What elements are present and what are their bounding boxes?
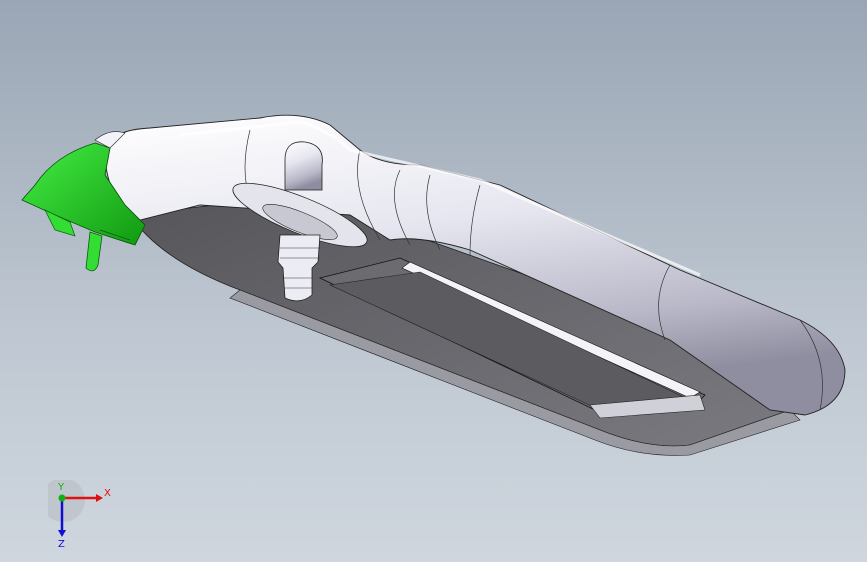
x-axis-label: X [104, 488, 111, 499]
3d-model-view[interactable] [0, 0, 867, 562]
triad-sphere [48, 480, 85, 522]
z-axis-label: Z [58, 539, 65, 550]
x-axis-arrow [96, 494, 103, 502]
end-cap-pin[interactable] [85, 231, 103, 272]
coordinate-triad: X Y Z [48, 480, 111, 550]
y-axis-label: Y [57, 482, 65, 493]
y-axis-dot [58, 494, 66, 502]
cad-viewport[interactable]: X Y Z [0, 0, 867, 562]
z-axis-arrow [58, 530, 66, 537]
elbow-fitting[interactable] [284, 141, 323, 191]
